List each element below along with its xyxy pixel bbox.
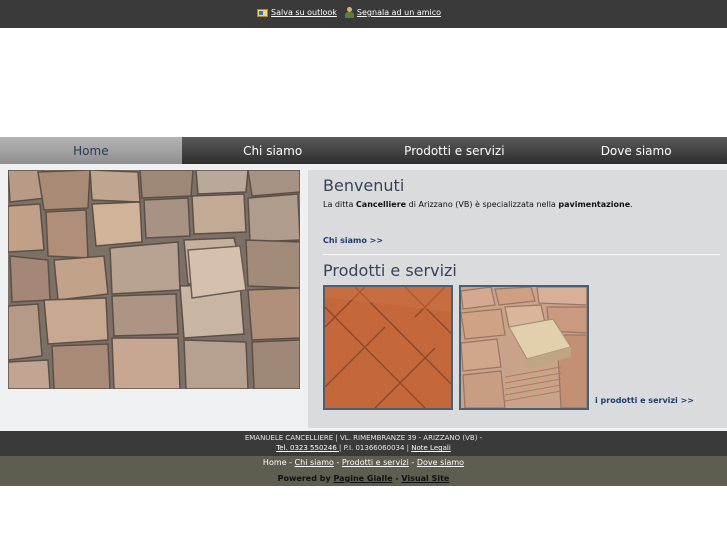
powered-by-label: Powered by <box>277 474 334 483</box>
header-banner <box>0 28 727 137</box>
footer-nav: Home - Chi siamo - Prodotti e servizi - … <box>0 456 727 471</box>
person-icon <box>344 7 354 18</box>
footer-phone-link[interactable]: Tel. 0323 550246 <box>276 444 339 452</box>
company-name: Cancelliere <box>355 200 407 209</box>
footer-nav-home[interactable]: Home <box>263 458 287 467</box>
nav-item-home[interactable]: Home <box>0 137 182 164</box>
footer-nav-sep: - <box>333 458 342 467</box>
nav-item-chi-siamo[interactable]: Chi siamo <box>182 137 364 164</box>
chi-siamo-link[interactable]: Chi siamo >> <box>323 236 383 245</box>
footer-nav-sep: - <box>286 458 295 467</box>
nav-item-prodotti[interactable]: Prodotti e servizi <box>364 137 546 164</box>
content-panel: Benvenuti La ditta Cancelliere di Arizza… <box>308 170 727 428</box>
terracotta-tiles-photo[interactable] <box>323 285 453 410</box>
outlook-icon <box>257 8 268 17</box>
stacked-tiles-photo[interactable] <box>459 285 589 410</box>
welcome-title: Benvenuti <box>323 176 405 195</box>
top-links: Salva su outlook Segnala ad un amico <box>257 7 441 18</box>
save-outlook-link[interactable]: Salva su outlook <box>257 8 337 17</box>
welcome-text-end: . <box>630 200 633 209</box>
footer-vat: | P.I. 01366060034 | <box>339 444 412 452</box>
pagine-gialle-link[interactable]: Pagine Gialle <box>333 474 392 483</box>
visual-site-link[interactable]: Visual Site <box>401 474 449 483</box>
footer-nav-prodotti[interactable]: Prodotti e servizi <box>342 458 409 467</box>
main-area: Benvenuti La ditta Cancelliere di Arizza… <box>0 164 727 431</box>
top-bar: Salva su outlook Segnala ad un amico <box>0 0 727 28</box>
prodotti-servizi-link[interactable]: i prodotti e servizi >> <box>595 396 694 405</box>
welcome-text-mid: di Arizzano (VB) è specializzata nella <box>406 200 559 209</box>
footer-nav-sep: - <box>408 458 417 467</box>
footer-nav-dove-siamo[interactable]: Dove siamo <box>417 458 464 467</box>
main-nav: Home Chi siamo Prodotti e servizi Dove s… <box>0 137 727 164</box>
footer-legal-link[interactable]: Note Legali <box>411 444 451 452</box>
footer-address: EMANUELE CANCELLIERE | VL. RIMEMBRANZE 3… <box>244 434 483 442</box>
specialty: pavimentazione <box>558 200 631 209</box>
section-divider <box>323 254 720 255</box>
tell-a-friend-link[interactable]: Segnala ad un amico <box>344 7 442 18</box>
tell-a-friend-label: Segnala ad un amico <box>356 8 442 17</box>
cobblestones-photo <box>8 170 300 389</box>
powered-by: Powered by Pagine Gialle - Visual Site <box>0 474 727 483</box>
footer-info: EMANUELE CANCELLIERE | VL. RIMEMBRANZE 3… <box>0 431 727 456</box>
welcome-text-pre: La ditta <box>323 200 356 209</box>
products-title: Prodotti e servizi <box>323 261 457 280</box>
save-outlook-label: Salva su outlook <box>271 8 337 17</box>
welcome-text: La ditta Cancelliere di Arizzano (VB) è … <box>323 200 633 209</box>
footer-nav-chi-siamo[interactable]: Chi siamo <box>295 458 334 467</box>
footer-contacts: Tel. 0323 550246 | P.I. 01366060034 | No… <box>0 443 727 453</box>
nav-item-dove-siamo[interactable]: Dove siamo <box>545 137 727 164</box>
